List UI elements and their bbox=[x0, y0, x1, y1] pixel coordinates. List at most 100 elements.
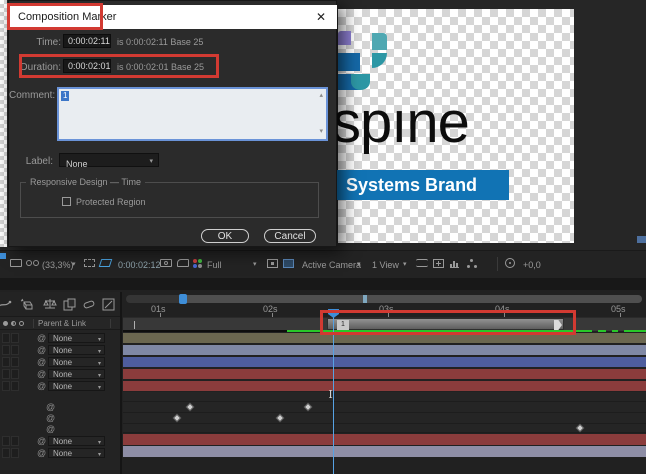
magnification-value[interactable]: (33,3%) bbox=[42, 259, 74, 271]
parent-select[interactable]: None ▾ bbox=[48, 381, 105, 391]
layer-switch-cell[interactable] bbox=[2, 436, 10, 446]
layer-bar[interactable] bbox=[123, 434, 646, 445]
lock-column-icon bbox=[19, 321, 24, 326]
pickwhip-icon[interactable]: @ bbox=[46, 413, 55, 423]
target-region-icon[interactable] bbox=[267, 259, 278, 268]
navigator-start-handle[interactable] bbox=[179, 294, 187, 304]
comment-selected-text: 1 bbox=[61, 91, 69, 101]
close-icon[interactable]: ✕ bbox=[311, 5, 331, 29]
parent-select[interactable]: None ▾ bbox=[48, 369, 105, 379]
layer-bar[interactable] bbox=[123, 446, 646, 457]
resolution-select[interactable]: Full bbox=[207, 259, 222, 271]
layer-switch-cell[interactable] bbox=[11, 436, 19, 446]
layer-bar[interactable] bbox=[123, 345, 646, 355]
parent-link-header[interactable]: Parent & Link bbox=[38, 317, 86, 330]
flowchart-icon[interactable] bbox=[467, 259, 478, 268]
render-bar-dash bbox=[624, 330, 646, 332]
parent-select[interactable]: None ▾ bbox=[48, 436, 105, 446]
show-snapshot-icon[interactable] bbox=[177, 259, 189, 267]
pixel-aspect-icon[interactable] bbox=[433, 259, 444, 268]
composition-marker-dialog: Composition Marker ✕ Time: 0:00:02:11 is… bbox=[8, 0, 337, 247]
eraser-icon[interactable] bbox=[82, 299, 96, 310]
pickwhip-icon[interactable]: @ bbox=[37, 357, 46, 367]
camera-view-chevron-icon[interactable]: ▾ bbox=[357, 260, 361, 270]
layer-switch-cell[interactable] bbox=[2, 333, 10, 343]
pickwhip-icon[interactable]: @ bbox=[46, 424, 55, 434]
layer-switch-cell[interactable] bbox=[11, 381, 19, 391]
ok-button[interactable]: OK bbox=[201, 229, 249, 243]
share-view-icon[interactable] bbox=[416, 259, 428, 267]
composition-viewer[interactable]: spıne Systems Brand bbox=[338, 9, 574, 243]
scales-icon[interactable] bbox=[43, 298, 57, 311]
responsive-design-group: Responsive Design — Time Protected Regio… bbox=[20, 182, 319, 218]
layer-switch-cell[interactable] bbox=[11, 448, 19, 458]
viewer-left-edge bbox=[0, 0, 7, 247]
layer-bar[interactable] bbox=[123, 357, 646, 367]
comment-textarea[interactable]: 1 ▴ ▾ bbox=[57, 87, 328, 141]
playhead-line[interactable] bbox=[333, 317, 334, 474]
pickwhip-icon[interactable]: @ bbox=[37, 381, 46, 391]
layer-switch-cell[interactable] bbox=[2, 448, 10, 458]
ruler-label-05s: 05s bbox=[611, 304, 626, 314]
time-label: Time: bbox=[19, 37, 61, 48]
layer-switch-cell[interactable] bbox=[11, 345, 19, 355]
parent-select[interactable]: None ▾ bbox=[48, 345, 105, 355]
scroll-down-icon[interactable]: ▾ bbox=[319, 128, 323, 136]
layer-switch-cell[interactable] bbox=[2, 345, 10, 355]
current-timecode[interactable]: 0:00:02:12 bbox=[118, 259, 161, 271]
layer-bar[interactable] bbox=[123, 381, 646, 391]
pickwhip-icon[interactable]: @ bbox=[37, 369, 46, 379]
parent-pickwhip-curve-icon[interactable] bbox=[0, 299, 12, 311]
pickwhip-icon[interactable]: @ bbox=[37, 436, 46, 446]
parent-select[interactable]: None ▾ bbox=[48, 333, 105, 343]
pickwhip-icon[interactable]: @ bbox=[37, 345, 46, 355]
transparency-grid-icon[interactable] bbox=[99, 259, 113, 267]
ruler-label-01s: 01s bbox=[151, 304, 166, 314]
parent-select[interactable]: None ▾ bbox=[48, 357, 105, 367]
view-layout-select[interactable]: 1 View bbox=[372, 259, 399, 271]
view-layout-chevron-icon[interactable]: ▾ bbox=[403, 260, 407, 270]
monitor-icon[interactable] bbox=[10, 259, 22, 267]
parent-select[interactable]: None ▾ bbox=[48, 448, 105, 458]
layer-switch-cell[interactable] bbox=[2, 381, 10, 391]
time-input[interactable]: 0:00:02:11 bbox=[63, 34, 111, 48]
av-column-icon bbox=[3, 321, 8, 326]
scroll-up-icon[interactable]: ▴ bbox=[319, 92, 323, 100]
chevron-down-icon: ▾ bbox=[98, 450, 101, 460]
logo-block-blue-mid bbox=[338, 53, 360, 71]
layer-row-controls: @ None ▾ @ None ▾ @ None bbox=[0, 332, 120, 392]
channel-glasses-icon[interactable] bbox=[26, 260, 40, 267]
grid-guides-icon[interactable] bbox=[283, 259, 294, 268]
time-info-text: is 0:00:02:11 Base 25 bbox=[117, 37, 203, 47]
comment-label: Comment: bbox=[9, 90, 53, 101]
layer-switch-cell[interactable] bbox=[11, 369, 19, 379]
layer-switch-cell[interactable] bbox=[2, 357, 10, 367]
viewer-scroll-nub[interactable] bbox=[637, 236, 646, 243]
label-select[interactable]: None ▾ bbox=[59, 153, 159, 167]
pickwhip-icon[interactable]: @ bbox=[37, 333, 46, 343]
group-title: Responsive Design — Time bbox=[26, 177, 145, 187]
exposure-offset-value[interactable]: +0,0 bbox=[523, 259, 541, 271]
layers-icon[interactable] bbox=[63, 298, 76, 311]
layer-switch-cell[interactable] bbox=[11, 357, 19, 367]
time-navigator[interactable] bbox=[126, 295, 642, 303]
resolution-chevron-icon[interactable]: ▾ bbox=[253, 260, 257, 270]
show-channel-icon[interactable] bbox=[193, 259, 202, 268]
snapshot-camera-icon[interactable] bbox=[160, 259, 172, 267]
exposure-gear-icon[interactable] bbox=[505, 258, 515, 268]
region-of-interest-icon[interactable] bbox=[84, 259, 95, 267]
layer-switch-cell[interactable] bbox=[2, 369, 10, 379]
layer-bar[interactable] bbox=[123, 369, 646, 379]
graph-editor-icon[interactable] bbox=[102, 298, 115, 311]
camera-view-select[interactable]: Active Camera bbox=[302, 259, 361, 271]
panel-corner-icon bbox=[0, 253, 6, 259]
pickwhip-icon[interactable]: @ bbox=[37, 448, 46, 458]
duration-highlight-box bbox=[19, 54, 219, 78]
protected-region-checkbox[interactable] bbox=[62, 197, 71, 206]
layer-switch-cell[interactable] bbox=[11, 333, 19, 343]
pickwhip-icon[interactable]: @ bbox=[46, 402, 55, 412]
cube-3d-icon[interactable] bbox=[20, 298, 34, 311]
magnification-chevron-icon[interactable]: ▾ bbox=[72, 260, 76, 270]
cancel-button[interactable]: Cancel bbox=[264, 229, 316, 243]
histogram-icon[interactable] bbox=[450, 259, 461, 268]
